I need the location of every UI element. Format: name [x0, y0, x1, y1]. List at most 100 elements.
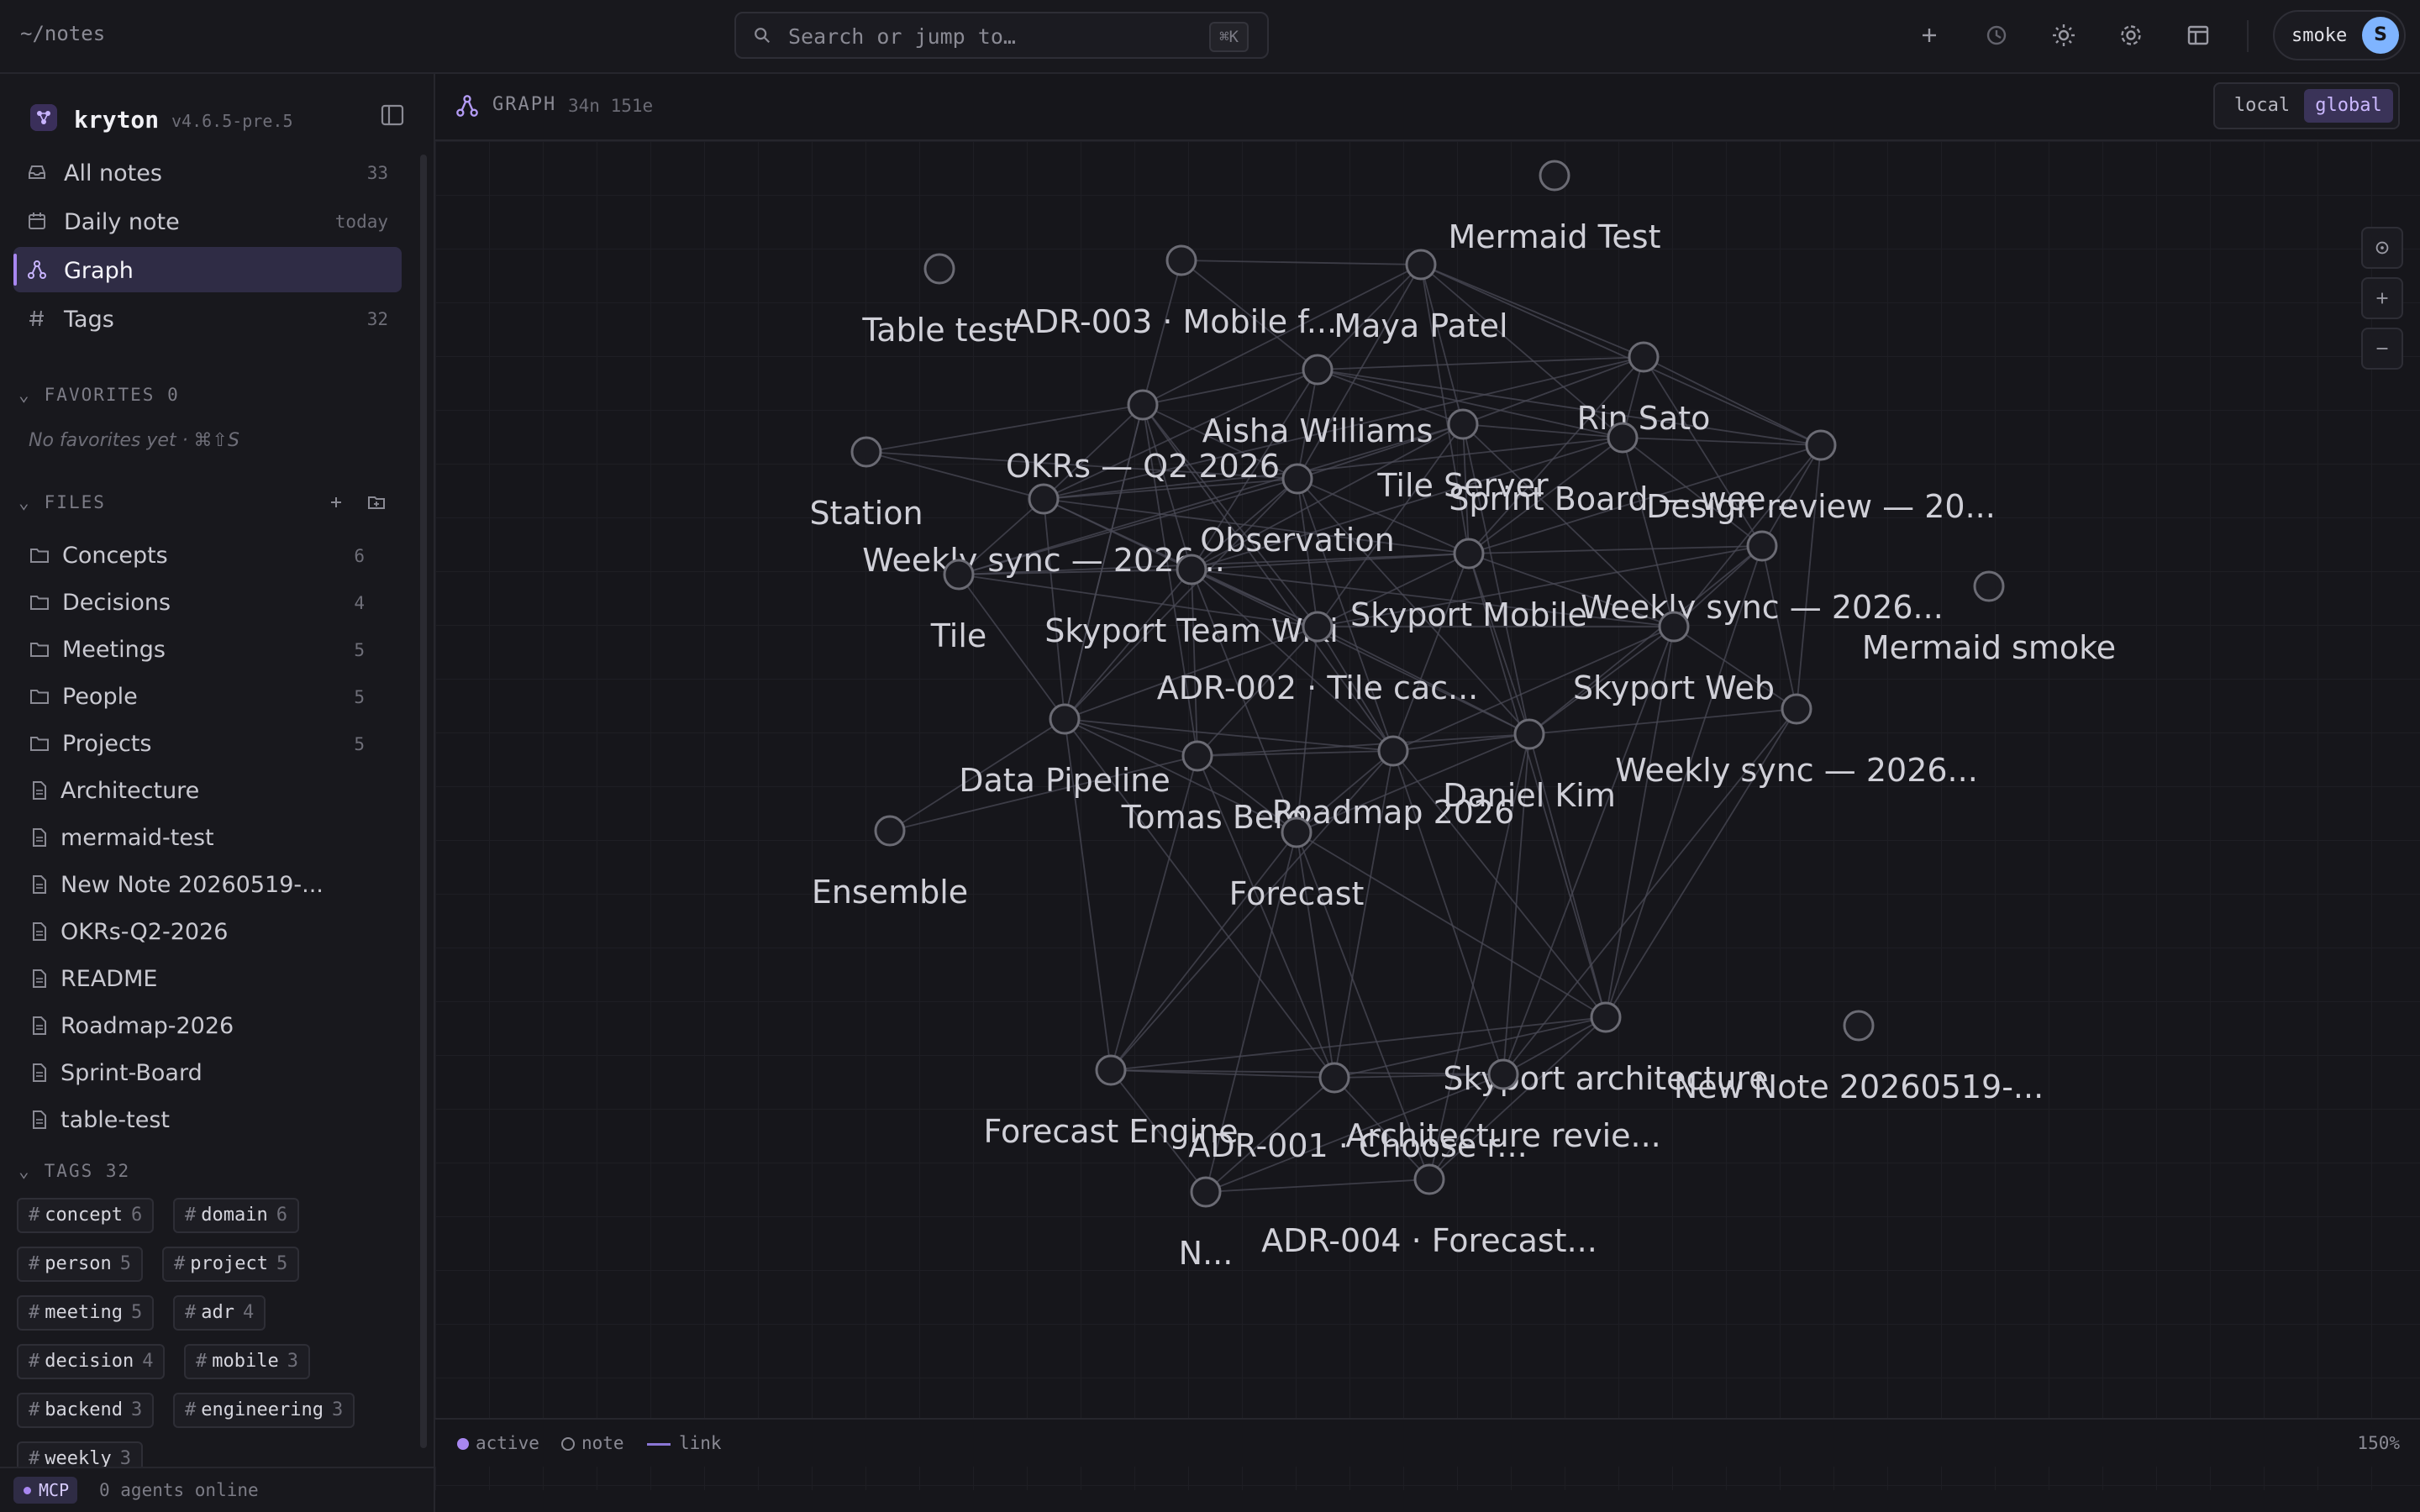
legend-label: active: [476, 1433, 539, 1453]
graph-node-circle[interactable]: [923, 253, 955, 285]
graph-node-circle[interactable]: [1318, 1062, 1350, 1094]
file-item[interactable]: table-test: [13, 1097, 402, 1142]
nav-all-notes[interactable]: All notes 33: [13, 150, 402, 195]
file-item[interactable]: New Note 20260519-...: [13, 862, 402, 907]
recenter-button[interactable]: [2361, 227, 2403, 269]
tag-chip[interactable]: # project 5: [162, 1247, 300, 1282]
graph-node-circle[interactable]: [1281, 463, 1313, 495]
graph-node-circle[interactable]: [1302, 354, 1334, 386]
graph-node-circle[interactable]: [1453, 538, 1485, 570]
graph-node-circle[interactable]: [1781, 693, 1812, 725]
tag-chip[interactable]: # concept 6: [17, 1198, 155, 1233]
tag-chip[interactable]: # adr 4: [173, 1295, 266, 1331]
graph-node-circle[interactable]: [1302, 611, 1334, 643]
nav-graph[interactable]: Graph: [13, 247, 402, 292]
theme-sun-icon[interactable]: [2050, 22, 2077, 49]
tag-chip[interactable]: # backend 3: [17, 1393, 155, 1428]
folder-count: 5: [354, 640, 365, 660]
tag-count: 4: [142, 1351, 154, 1372]
graph-node-circle[interactable]: [1181, 740, 1213, 772]
graph-node-label: ADR-002 · Tile cac...: [1157, 669, 1479, 706]
zoom-in-button[interactable]: [2361, 277, 2403, 319]
zoom-out-button[interactable]: [2361, 328, 2403, 370]
graph-node-circle[interactable]: [1843, 1010, 1875, 1042]
graph-node-circle[interactable]: [1487, 1058, 1519, 1090]
graph-node-circle[interactable]: [1095, 1054, 1127, 1086]
nav-daily-note[interactable]: Daily note today: [13, 198, 402, 244]
toggle-global-button[interactable]: global: [2304, 89, 2393, 123]
graph-node-circle[interactable]: [1447, 408, 1479, 440]
graph-node-circle[interactable]: [1028, 483, 1060, 515]
graph-canvas[interactable]: Mermaid Test Table test ADR-003 · Mobile f…: [435, 141, 2420, 1490]
graph-node-label: Mermaid Test: [1448, 218, 1660, 255]
graph-node-circle[interactable]: [1377, 735, 1409, 767]
tag-chip[interactable]: # mobile 3: [184, 1344, 310, 1379]
graph-node-label: N...: [1179, 1235, 1234, 1272]
search-box[interactable]: ⌘K: [734, 12, 1269, 59]
file-item[interactable]: Sprint-Board: [13, 1050, 402, 1095]
graph-node-circle[interactable]: [1049, 703, 1081, 735]
graph-node-label: Weekly sync — 2026...: [1615, 752, 1978, 789]
graph-node-circle[interactable]: [1628, 341, 1660, 373]
file-item[interactable]: README: [13, 956, 402, 1001]
graph-node-circle[interactable]: [1590, 1001, 1622, 1033]
hash-icon: #: [29, 1351, 40, 1372]
sidebar-scrollbar[interactable]: [420, 155, 427, 1448]
graph-node-circle[interactable]: [1176, 554, 1207, 585]
chevron-down-icon: ⌄: [18, 1161, 31, 1181]
graph-node-label: Table test: [861, 312, 1016, 349]
hash-icon: [29, 310, 44, 327]
graph-node-circle[interactable]: [1658, 611, 1690, 643]
graph-node-circle[interactable]: [1973, 570, 2005, 602]
tag-chip[interactable]: # meeting 5: [17, 1295, 155, 1331]
file-item[interactable]: OKRs-Q2-2026: [13, 909, 402, 954]
folder-item[interactable]: People 5: [13, 674, 402, 719]
graph-node-circle[interactable]: [1165, 244, 1197, 276]
new-note-icon[interactable]: [1916, 22, 1943, 49]
graph-node-label: Design review — 20...: [1646, 488, 1996, 525]
tag-chip[interactable]: # engineering 3: [173, 1393, 355, 1428]
toggle-local-button[interactable]: local: [2220, 89, 2304, 123]
add-folder-icon[interactable]: [366, 492, 387, 512]
history-icon[interactable]: [1983, 22, 2010, 49]
graph-node-circle[interactable]: [943, 559, 975, 591]
graph-node-circle[interactable]: [850, 436, 882, 468]
graph-node-circle[interactable]: [1746, 530, 1778, 562]
graph-node-circle[interactable]: [1805, 429, 1837, 461]
user-menu[interactable]: smoke S: [2273, 10, 2406, 60]
search-input[interactable]: [786, 20, 1185, 52]
section-count: 0: [167, 385, 180, 405]
folder-item[interactable]: Projects 5: [13, 721, 402, 766]
graph-node-circle[interactable]: [1405, 249, 1437, 281]
sidebar-toggle-icon[interactable]: [380, 102, 405, 128]
file-item[interactable]: mermaid-test: [13, 815, 402, 860]
files-section-header[interactable]: ⌄ FILES: [18, 492, 106, 512]
tag-chip[interactable]: # decision 4: [17, 1344, 166, 1379]
active-dot-icon: [457, 1438, 469, 1450]
layout-icon[interactable]: [2185, 22, 2212, 49]
tag-name: backend: [45, 1399, 123, 1420]
tag-chip[interactable]: # domain 6: [173, 1198, 299, 1233]
settings-gear-icon[interactable]: [2118, 22, 2144, 49]
graph-node-circle[interactable]: [1413, 1163, 1445, 1195]
folder-item[interactable]: Decisions 4: [13, 580, 402, 625]
graph-node-circle[interactable]: [1281, 816, 1313, 848]
graph-node-circle[interactable]: [1539, 160, 1570, 192]
file-item[interactable]: Architecture: [13, 768, 402, 813]
graph-node-circle[interactable]: [1607, 422, 1639, 454]
graph-node-circle[interactable]: [1127, 389, 1159, 421]
graph-node-circle[interactable]: [1513, 718, 1545, 750]
mcp-badge[interactable]: MCP: [13, 1477, 78, 1504]
tag-chip[interactable]: # person 5: [17, 1247, 143, 1282]
graph-node-circle[interactable]: [874, 815, 906, 847]
folder-item[interactable]: Concepts 6: [13, 533, 402, 578]
favorites-section-header[interactable]: ⌄ FAVORITES 0: [18, 385, 180, 405]
nav-tags[interactable]: Tags 32: [13, 296, 402, 341]
folder-item[interactable]: Meetings 5: [13, 627, 402, 672]
tags-section-header[interactable]: ⌄ TAGS 32: [18, 1161, 130, 1181]
add-file-icon[interactable]: [326, 492, 346, 512]
zoom-level: 150%: [2357, 1433, 2400, 1453]
tag-chip[interactable]: # weekly 3: [17, 1441, 143, 1467]
file-item[interactable]: Roadmap-2026: [13, 1003, 402, 1048]
graph-node-circle[interactable]: [1190, 1176, 1222, 1208]
